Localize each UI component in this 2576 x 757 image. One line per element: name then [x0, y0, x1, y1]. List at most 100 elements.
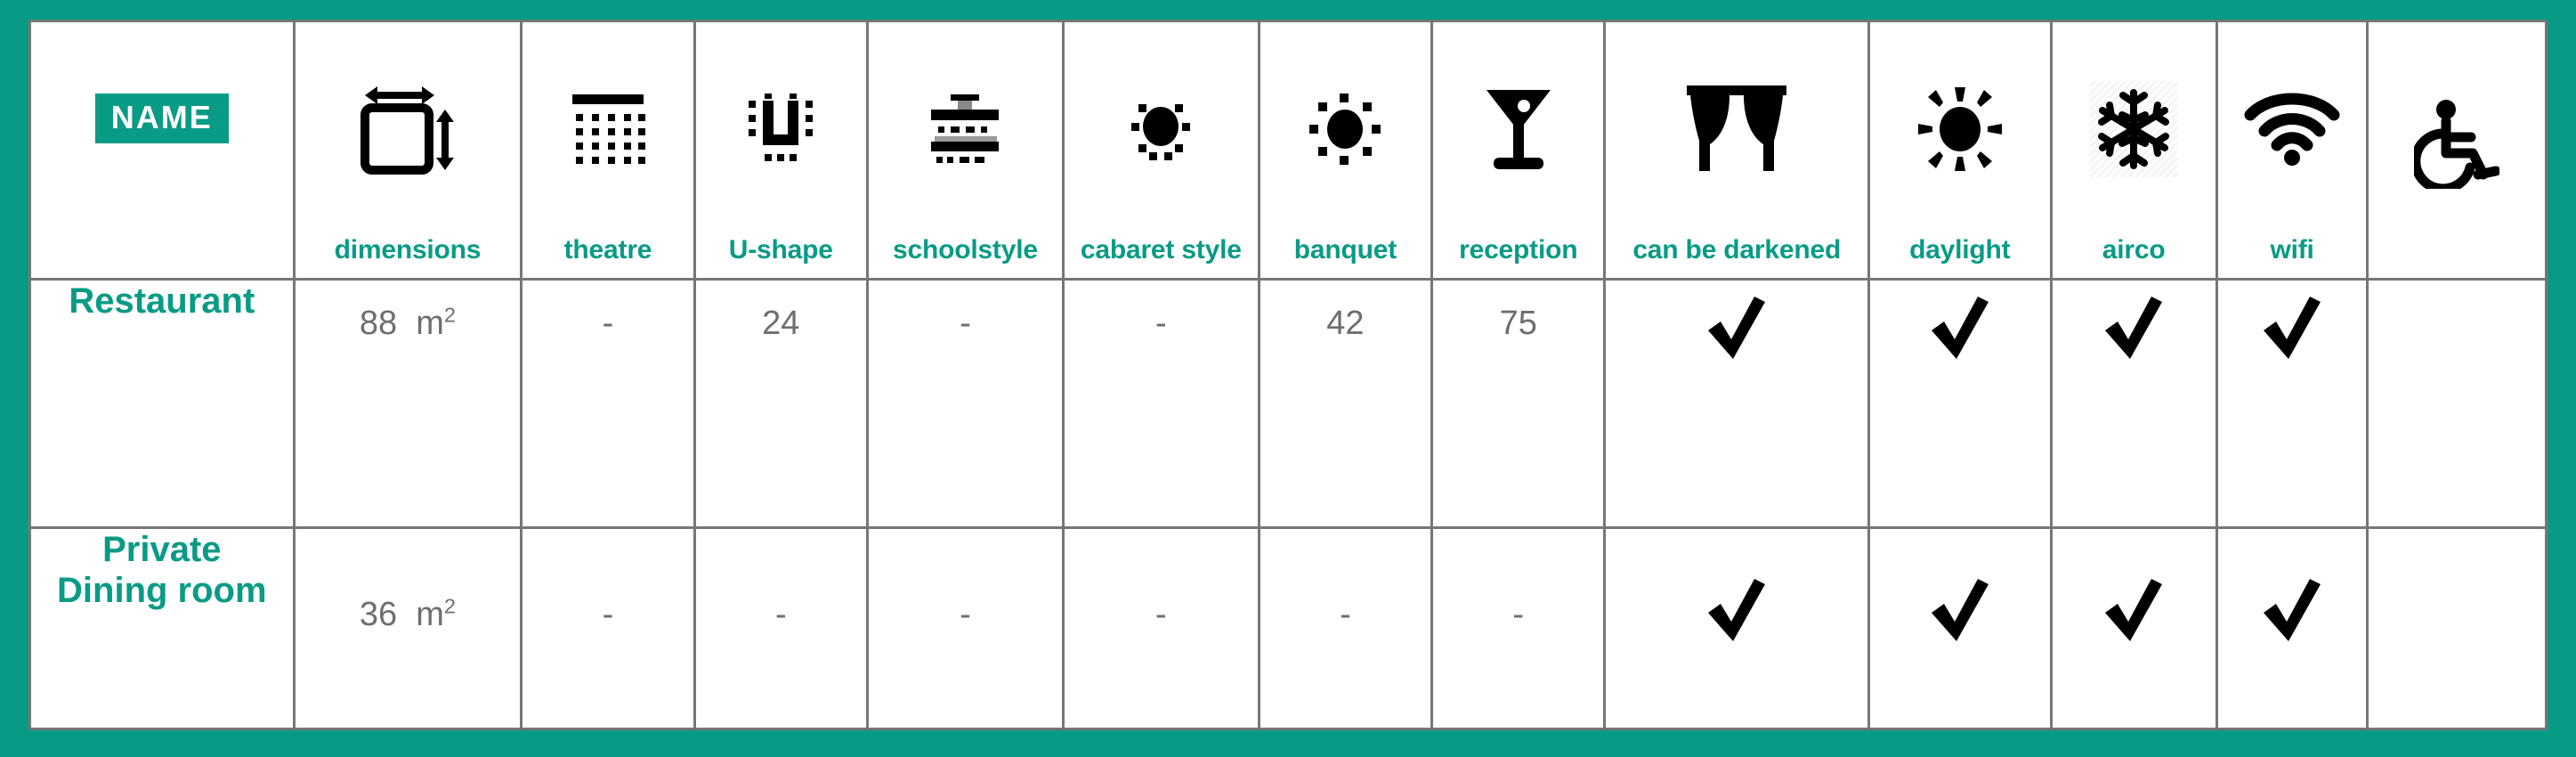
cell-banquet: -	[1257, 525, 1434, 731]
cell-wifi	[2215, 278, 2369, 529]
room-name-label: Private Dining room	[57, 529, 267, 610]
cell-ushape: -	[693, 525, 869, 731]
cabaret-style-icon	[1065, 22, 1258, 235]
cell-schoolstyle: -	[865, 525, 1065, 731]
header-label-theatre: theatre	[563, 235, 652, 265]
header-cell-daylight: daylight	[1867, 20, 2053, 281]
snowflake-icon	[2053, 22, 2216, 235]
header-cell-dimensions: dimensions	[292, 20, 523, 281]
banquet-value: -	[1340, 595, 1351, 633]
cell-cabaret: -	[1061, 525, 1260, 731]
reception-value: 75	[1499, 305, 1537, 342]
cell-theatre: -	[520, 278, 696, 529]
cell-dimensions: 36 m2	[292, 525, 523, 731]
cell-room-name: Private Dining room	[28, 525, 296, 731]
cell-darkened	[1603, 525, 1870, 731]
table-row: Private Dining room 36 m2 - - - - - -	[28, 525, 2548, 731]
checkmark-icon	[2053, 529, 2216, 643]
cell-accessible	[2366, 278, 2548, 529]
header-cell-theatre: theatre	[520, 20, 696, 281]
dimensions-number: 88	[359, 305, 398, 342]
header-label-ushape: U-shape	[728, 235, 833, 265]
meeting-room-capacity-table: NAME dimensions theatre U-shape schoolst…	[28, 20, 2548, 731]
curtain-icon	[1606, 22, 1867, 235]
reception-value: -	[1512, 595, 1525, 633]
room-name-label: Restaurant	[69, 281, 255, 321]
checkmark-icon	[2218, 529, 2367, 643]
header-cell-name: NAME	[28, 20, 296, 281]
cell-room-name: Restaurant	[28, 278, 296, 529]
header-cell-wifi: wifi	[2215, 20, 2369, 281]
cell-cabaret: -	[1061, 278, 1260, 529]
accessible-value	[2369, 281, 2545, 304]
theatre-value: -	[602, 305, 614, 342]
header-cell-airco: airco	[2049, 20, 2218, 281]
header-cell-banquet: banquet	[1257, 20, 1434, 281]
checkmark-icon	[2053, 281, 2216, 361]
cell-theatre: -	[520, 525, 696, 731]
meeting-room-capacity-table-container: NAME dimensions theatre U-shape schoolst…	[28, 20, 2548, 731]
dimensions-unit: m	[416, 595, 444, 633]
cell-airco	[2049, 278, 2218, 529]
cabaret-value: -	[1154, 305, 1167, 342]
cell-daylight	[1867, 525, 2053, 731]
cabaret-value: -	[1154, 595, 1167, 633]
dimensions-icon	[296, 22, 521, 235]
cell-reception: -	[1430, 525, 1607, 731]
cell-reception: 75	[1430, 278, 1607, 529]
wheelchair-icon	[2369, 22, 2545, 265]
header-cell-ushape: U-shape	[693, 20, 869, 281]
header-label-darkened: can be darkened	[1632, 235, 1842, 265]
schoolstyle-value: -	[960, 305, 971, 342]
checkmark-icon	[1606, 529, 1867, 643]
dimensions-value: 36 m2	[296, 529, 521, 634]
cell-dimensions: 88 m2	[292, 278, 523, 529]
dimensions-number: 36	[359, 595, 398, 633]
name-badge: NAME	[94, 93, 229, 143]
table-row: Restaurant 88 m2 - 24 - - 42 75	[28, 278, 2548, 529]
dimensions-value: 88 m2	[296, 281, 521, 343]
header-cell-reception: reception	[1430, 20, 1607, 281]
header-label-schoolstyle: schoolstyle	[892, 235, 1038, 265]
table-header-row: NAME dimensions theatre U-shape schoolst…	[28, 20, 2548, 281]
cell-schoolstyle: -	[865, 278, 1065, 529]
header-label-dimensions: dimensions	[334, 235, 482, 265]
dimensions-exponent: 2	[443, 303, 457, 327]
header-label-cabaret: cabaret style	[1080, 235, 1242, 265]
header-label-daylight: daylight	[1909, 235, 2011, 265]
header-label-banquet: banquet	[1293, 235, 1397, 265]
theatre-value: -	[602, 595, 614, 633]
cell-darkened	[1603, 278, 1870, 529]
header-cell-cabaret: cabaret style	[1061, 20, 1260, 281]
checkmark-icon	[1870, 281, 2050, 361]
schoolstyle-value: -	[960, 595, 971, 633]
cell-wifi	[2215, 525, 2369, 731]
theatre-icon	[522, 22, 693, 235]
checkmark-icon	[2218, 281, 2367, 361]
u-shape-icon	[696, 22, 866, 235]
ushape-value: 24	[762, 305, 800, 342]
checkmark-icon	[1606, 281, 1867, 361]
cell-airco	[2049, 525, 2218, 731]
schoolstyle-icon	[869, 22, 1062, 235]
sun-icon	[1870, 22, 2050, 235]
cell-accessible	[2366, 525, 2548, 731]
banquet-icon	[1260, 22, 1430, 235]
header-cell-schoolstyle: schoolstyle	[865, 20, 1065, 281]
accessible-value	[2369, 529, 2545, 595]
header-label-wifi: wifi	[2270, 235, 2314, 265]
dimensions-unit: m	[416, 305, 444, 342]
dimensions-exponent: 2	[443, 593, 457, 617]
header-label-airco: airco	[2102, 235, 2166, 265]
checkmark-icon	[1870, 529, 2050, 643]
cell-daylight	[1867, 278, 2053, 529]
wifi-icon	[2218, 22, 2367, 235]
header-label-reception: reception	[1459, 235, 1578, 265]
cell-ushape: 24	[693, 278, 869, 529]
header-cell-darkened: can be darkened	[1603, 20, 1870, 281]
cell-banquet: 42	[1257, 278, 1434, 529]
ushape-value: -	[774, 595, 787, 633]
cocktail-glass-icon	[1433, 22, 1603, 235]
banquet-value: 42	[1326, 305, 1365, 342]
header-cell-accessible	[2366, 20, 2548, 281]
